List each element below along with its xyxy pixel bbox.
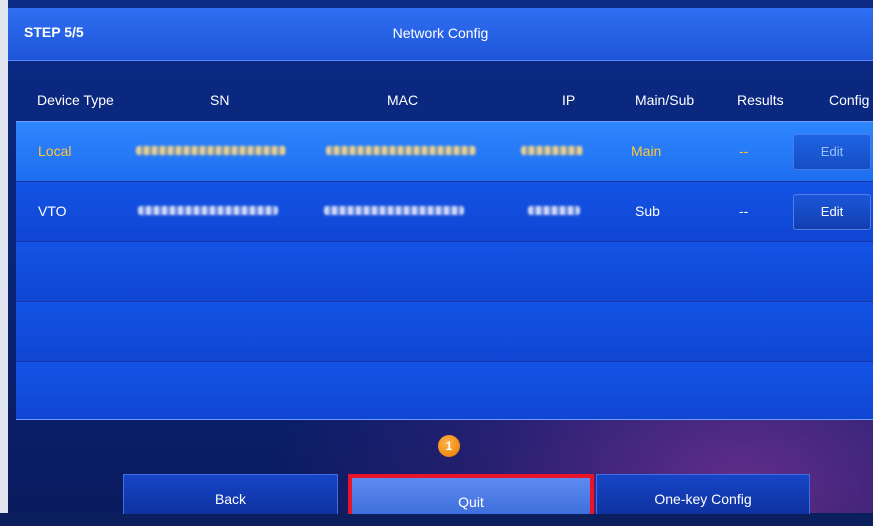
step-number-badge: 1	[438, 435, 460, 457]
page-title: Network Config	[392, 25, 489, 41]
column-header-results: Results	[737, 92, 784, 108]
column-header-ip: IP	[562, 92, 576, 108]
table-row-empty	[16, 362, 873, 419]
table-row-empty	[16, 242, 873, 302]
sn-redacted	[136, 146, 286, 155]
column-header-mac: MAC	[387, 92, 419, 108]
device-type-cell: VTO	[38, 203, 67, 219]
main-sub-cell: Sub	[635, 203, 660, 219]
table-row-local[interactable]: Local Main -- Edit	[16, 122, 873, 182]
table-row-vto[interactable]: VTO Sub -- Edit	[16, 182, 873, 242]
column-header-sn: SN	[210, 92, 230, 108]
edit-button[interactable]: Edit	[793, 134, 871, 170]
mac-redacted	[324, 206, 464, 215]
network-config-screen: STEP 5/5 Network Config Device Type SN M…	[0, 0, 873, 514]
device-type-cell: Local	[38, 143, 72, 159]
window-frame	[0, 0, 8, 513]
table-row-empty	[16, 302, 873, 362]
back-button[interactable]: Back	[123, 474, 338, 514]
sn-redacted	[138, 206, 278, 215]
title-bar: STEP 5/5 Network Config	[8, 8, 873, 61]
mac-redacted	[326, 146, 476, 155]
edit-button[interactable]: Edit	[793, 194, 871, 230]
quit-button[interactable]: Quit	[348, 474, 594, 514]
main-sub-cell: Main	[631, 143, 662, 159]
one-key-config-button[interactable]: One-key Config	[596, 474, 810, 514]
ip-redacted	[528, 206, 580, 215]
column-header-main-sub: Main/Sub	[635, 92, 695, 108]
device-table: Local Main -- Edit VTO Sub -- Edit	[16, 121, 873, 420]
results-cell: --	[739, 203, 749, 219]
column-header-device-type: Device Type	[37, 92, 114, 108]
column-header-config: Config	[829, 92, 870, 108]
results-cell: --	[739, 143, 749, 159]
ip-redacted	[521, 146, 583, 155]
